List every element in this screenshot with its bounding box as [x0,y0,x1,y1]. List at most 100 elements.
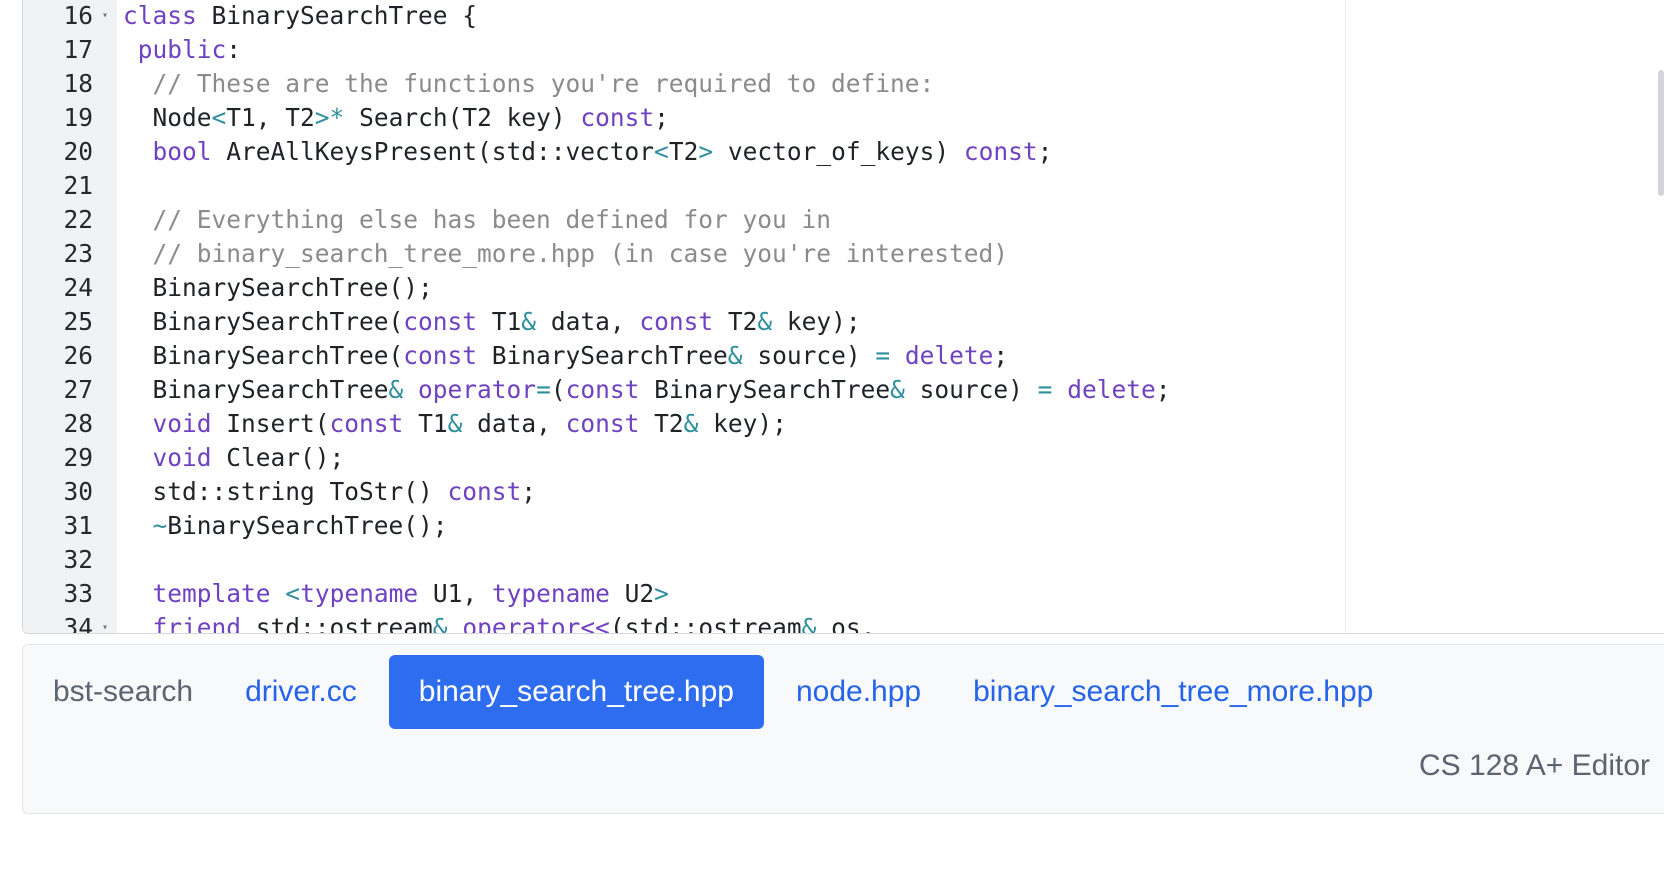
code-token: source) [904,375,1038,404]
code-line[interactable]: 34 ▾ friend std::ostream& operator<<(std:… [23,611,1664,634]
code-line[interactable]: 18 // These are the functions you're req… [23,67,1664,101]
code-line[interactable]: 23 // binary_search_tree_more.hpp (in ca… [23,237,1664,271]
project-name: bst-search [53,675,194,708]
code-token: class [123,1,197,30]
code-line[interactable]: 26 BinarySearchTree(const BinarySearchTr… [23,339,1664,373]
code-token: BinarySearchTree [123,375,389,404]
fold-toggle-icon[interactable]: ▾ [97,0,113,33]
code-token: std::ostream [241,613,433,634]
code-token: ~ [152,511,168,540]
line-number: 30 [63,477,93,506]
fold-toggle-icon[interactable]: ▾ [97,611,113,633]
code-text: public: [123,33,241,67]
code-token: ; [993,341,1009,370]
code-text: void Clear(); [123,441,345,475]
code-token: Insert( [211,409,330,438]
code-token: ( [550,375,566,404]
code-token: source) [742,341,876,370]
line-number: 18 [63,69,93,98]
code-token: Clear(); [211,443,345,472]
code-token: const [565,375,640,404]
code-token: < [211,103,227,132]
code-line[interactable]: 31 ~BinarySearchTree(); [23,509,1664,543]
code-token: BinarySearchTree(); [167,511,448,540]
code-token: data, [536,307,640,336]
line-number: 26 [63,341,93,370]
line-number: 33 [63,579,93,608]
code-token: T1 [403,409,448,438]
line-number: 17 [63,35,93,64]
code-token: & [388,375,404,404]
code-token: ; [654,103,669,132]
code-text: friend std::ostream& operator<<(std::ost… [123,611,876,634]
code-token: bool [152,137,212,166]
code-line[interactable]: 29 void Clear(); [23,441,1664,475]
code-line[interactable]: 27 BinarySearchTree& operator=(const Bin… [23,373,1664,407]
vertical-scrollbar[interactable] [1658,70,1664,196]
code-line[interactable]: 28 void Insert(const T1& data, const T2&… [23,407,1664,441]
code-token: const [329,409,404,438]
code-line[interactable]: 19 Node<T1, T2>* Search(T2 key) const; [23,101,1664,135]
line-number: 34 [63,613,93,634]
code-token: U1, [418,579,492,608]
line-number: 19 [63,103,93,132]
line-number: 21 [63,171,93,200]
code-token: BinarySearchTree(); [123,273,433,302]
code-line[interactable]: 24 BinarySearchTree(); [23,271,1664,305]
line-number: 22 [63,205,93,234]
code-text: BinarySearchTree& operator=(const Binary… [123,373,1171,407]
code-line[interactable]: 16 ▾ class BinarySearchTree { [23,0,1664,33]
code-token: template [152,579,271,608]
line-number: 20 [63,137,93,166]
file-tab-driver-cc[interactable]: driver.cc [225,655,377,729]
code-token: const [403,341,478,370]
code-line[interactable]: 21 [23,169,1664,203]
code-text: class BinarySearchTree { [123,0,477,33]
code-line[interactable]: 32 [23,543,1664,577]
code-text: // Everything else has been defined for … [123,203,832,237]
code-text: // binary_search_tree_more.hpp (in case … [123,237,1009,271]
code-token: ; [521,477,537,506]
code-token: void [152,443,212,472]
file-panel: bst-search driver.cc binary_search_tree.h… [22,644,1664,814]
code-token: ; [1155,375,1171,404]
code-line[interactable]: 25 BinarySearchTree(const T1& data, cons… [23,305,1664,339]
code-lines[interactable]: 16 ▾ class BinarySearchTree {17 public: 18 … [23,0,1664,634]
code-token: & [801,613,817,634]
code-token: public [137,35,227,64]
code-token: const [580,103,655,132]
code-token: < [654,137,669,166]
code-token: BinarySearchTree( [123,307,404,336]
line-number: 16 [63,1,93,30]
code-token: std::string ToStr() [123,477,448,506]
code-token: = [875,341,891,370]
code-token: vector_of_keys) [713,137,964,166]
code-line[interactable]: 17 public: [23,33,1664,67]
code-token: U2 [609,579,655,608]
file-tab-node-hpp[interactable]: node.hpp [776,655,941,729]
file-tab-binary-search-tree-more-hpp[interactable]: binary_search_tree_more.hpp [953,655,1393,729]
code-line[interactable]: 33 template <typename U1, typename U2> [23,577,1664,611]
code-token: // binary_search_tree_more.hpp (in case … [123,239,1009,268]
code-text: template <typename U1, typename U2> [123,577,669,611]
code-token: Node [123,103,212,132]
code-token: const [639,307,714,336]
code-text: Node<T1, T2>* Search(T2 key) const; [123,101,669,135]
code-editor[interactable]: 16 ▾ class BinarySearchTree {17 public: 18 … [22,0,1664,634]
code-token: const [403,307,478,336]
code-token: : [226,35,242,64]
code-token: & [727,341,743,370]
file-tab-binary-search-tree-hpp[interactable]: binary_search_tree.hpp [388,655,764,729]
code-token: (std::ostream [609,613,802,634]
code-token: BinarySearchTree [639,375,891,404]
code-line[interactable]: 20 bool AreAllKeysPresent(std::vector<T2… [23,135,1664,169]
code-line[interactable]: 22 // Everything else has been defined f… [23,203,1664,237]
code-line[interactable]: 30 std::string ToStr() const; [23,475,1664,509]
code-token: void [152,409,212,438]
